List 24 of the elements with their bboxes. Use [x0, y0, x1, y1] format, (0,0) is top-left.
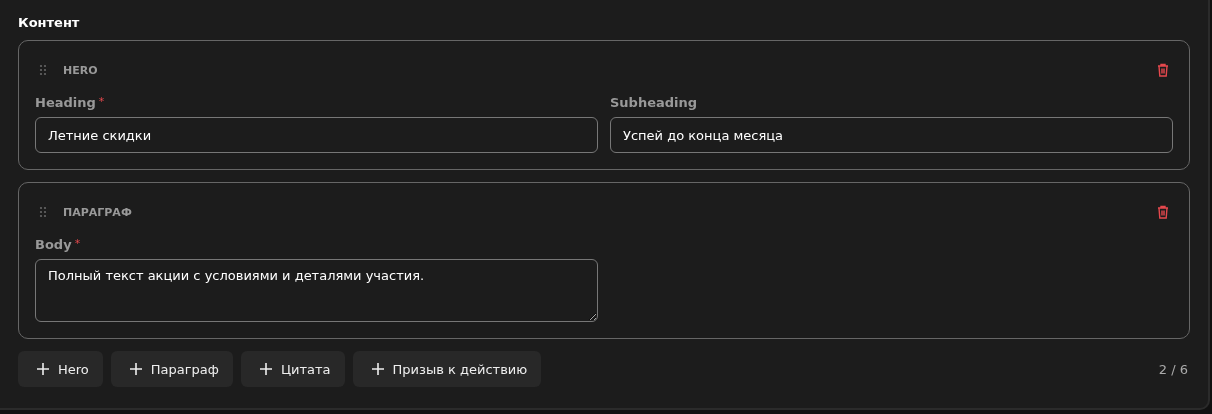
text-area[interactable]: Полный текст акции с условиями и деталями участия.	[35, 259, 598, 322]
block-type-label: ПАРАГРАФ	[63, 205, 133, 219]
drag-handle-icon[interactable]	[39, 64, 47, 76]
required-mark: *	[98, 95, 105, 108]
delete-icon[interactable]	[1157, 205, 1169, 219]
block-type-label: HERO	[63, 63, 99, 77]
plus-icon	[370, 362, 385, 376]
plus-icon	[36, 362, 50, 376]
add-block-button[interactable]: Параграф	[110, 351, 233, 387]
field-label: Heading	[35, 95, 96, 110]
add-block-button[interactable]: Hero	[18, 351, 103, 387]
plus-icon	[258, 362, 273, 376]
block-counter: 2 / 6	[1158, 361, 1188, 377]
text-input[interactable]: Успей до конца месяца	[610, 117, 1173, 153]
delete-icon[interactable]	[1157, 63, 1169, 77]
field-label: Subheading	[610, 95, 698, 110]
field-label: Body	[35, 237, 72, 252]
section-title: Контент	[18, 15, 81, 32]
drag-handle-icon[interactable]	[39, 206, 47, 218]
required-mark: *	[74, 237, 81, 250]
add-block-button[interactable]: Призыв к действию	[352, 351, 542, 387]
text-input[interactable]: Летние скидки	[35, 117, 598, 153]
add-block-button[interactable]: Цитата	[240, 351, 345, 387]
plus-icon	[128, 362, 143, 376]
